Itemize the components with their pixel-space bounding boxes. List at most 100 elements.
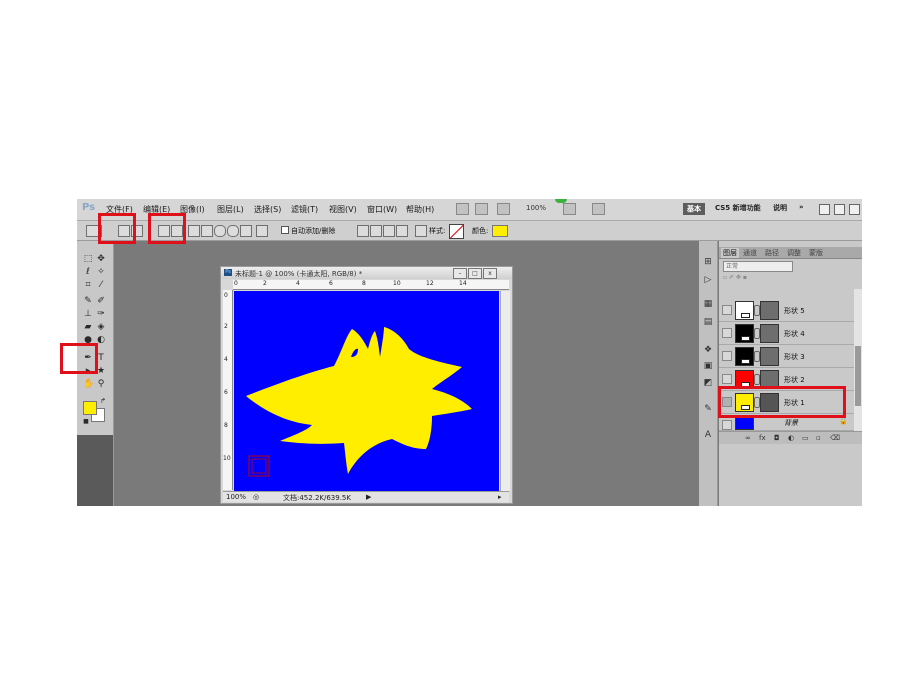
paint-bucket-icon[interactable]: ◈ — [96, 323, 106, 332]
minibridge-icon[interactable] — [475, 203, 488, 215]
menu-view[interactable]: 视图(V) — [329, 204, 357, 215]
menu-filter[interactable]: 滤镜(T) — [291, 204, 318, 215]
swatches-panel-icon[interactable]: ▤ — [703, 317, 713, 327]
tab-paths[interactable]: 路径 — [765, 248, 779, 258]
add-mask-icon[interactable]: ◘ — [774, 434, 780, 442]
menu-edit[interactable]: 编辑(E) — [143, 204, 170, 215]
arrange-docs-icon[interactable] — [563, 203, 576, 215]
eraser-icon[interactable]: ▰ — [83, 323, 93, 332]
rectangle-option-icon[interactable] — [188, 225, 200, 237]
history-panel-icon[interactable]: ⊞ — [703, 257, 713, 267]
brushes-panel-icon[interactable]: ✎ — [703, 404, 713, 414]
zoom-tool-icon[interactable]: ⚲ — [96, 380, 106, 389]
visibility-toggle[interactable] — [722, 305, 732, 315]
doc-zoom-icon[interactable]: ◎ — [253, 493, 259, 501]
doc-close-icon[interactable]: x — [483, 268, 497, 279]
color-panel-icon[interactable]: ▦ — [703, 299, 713, 309]
new-layer-icon[interactable]: ▫ — [816, 434, 821, 442]
layer-row-shape1[interactable]: 形状 1 — [719, 391, 854, 414]
link-style-icon[interactable] — [415, 225, 427, 237]
delete-layer-icon[interactable]: ⌫ — [830, 434, 840, 442]
pen-tool-icon[interactable]: ✒ — [83, 354, 93, 363]
healing-brush-icon[interactable]: ✎ — [83, 297, 93, 306]
canvas[interactable] — [234, 291, 499, 491]
path-select-icon[interactable]: ▸ — [83, 367, 93, 376]
actions-panel-icon[interactable]: ▷ — [703, 275, 713, 285]
lock-options[interactable]: ▫ ✐ ✥ ▪ — [723, 274, 747, 281]
visibility-toggle[interactable] — [722, 420, 732, 430]
default-colors-icon[interactable]: ■ — [81, 417, 91, 426]
visibility-toggle[interactable] — [722, 351, 732, 361]
layers-scroll-thumb[interactable] — [855, 346, 861, 406]
quick-select-icon[interactable]: ✧ — [96, 268, 106, 277]
document-titlebar[interactable]: Ps 未标题-1 @ 100% (卡通太阳, RGB/8) * – □ x — [221, 267, 512, 279]
menu-image[interactable]: 图像(I) — [180, 204, 205, 215]
auto-add-delete-checkbox[interactable]: 自动添加/删除 — [281, 226, 335, 236]
history-brush-icon[interactable]: ✑ — [96, 310, 106, 319]
restore-icon[interactable] — [834, 204, 845, 215]
line-option-icon[interactable] — [240, 225, 252, 237]
custom-shape-option-icon[interactable] — [256, 225, 268, 237]
workspace-cs5-new[interactable]: CS5 新增功能 — [715, 203, 761, 213]
layer-style-icon[interactable]: fx — [759, 434, 766, 442]
move-tool-icon[interactable]: ✥ — [96, 255, 106, 264]
scroll-right-icon[interactable]: ▸ — [498, 493, 502, 501]
custom-shape-tool-icon[interactable]: ★ — [96, 367, 106, 376]
blend-mode-select[interactable]: 正常 — [723, 261, 793, 272]
layer-row-background[interactable]: 背景 🔒 — [719, 414, 854, 431]
layer-row-shape4[interactable]: 形状 4 — [719, 322, 854, 345]
path-intersect-icon[interactable] — [383, 225, 395, 237]
crop-tool-icon[interactable]: ⌗ — [83, 281, 93, 290]
paths-icon[interactable] — [131, 225, 143, 237]
swap-colors-icon[interactable]: ↱ — [98, 397, 108, 406]
hand-tool-icon[interactable]: ✋ — [83, 380, 94, 389]
styles-panel-icon[interactable]: ❖ — [703, 345, 713, 355]
pen-tool-option-icon[interactable] — [158, 225, 170, 237]
link-layers-icon[interactable]: ∞ — [745, 434, 751, 442]
path-exclude-icon[interactable] — [396, 225, 408, 237]
view-extras-icon[interactable] — [497, 203, 510, 215]
polygon-option-icon[interactable] — [227, 225, 239, 237]
vertical-scrollbar[interactable] — [500, 291, 510, 491]
workspace-help[interactable]: 说明 — [773, 203, 787, 213]
shape-layers-icon[interactable] — [118, 225, 130, 237]
menu-file[interactable]: 文件(F) — [106, 204, 133, 215]
layer-row-shape3[interactable]: 形状 3 — [719, 345, 854, 368]
visibility-toggle[interactable] — [722, 374, 732, 384]
workspace-essentials[interactable]: 基本 — [683, 203, 705, 215]
tab-channels[interactable]: 通道 — [743, 248, 757, 258]
status-menu-arrow-icon[interactable]: ▶ — [366, 493, 371, 501]
menu-help[interactable]: 帮助(H) — [406, 204, 434, 215]
minimize-icon[interactable] — [819, 204, 830, 215]
tab-layers[interactable]: 图层 — [721, 248, 739, 258]
shape-color-swatch[interactable] — [492, 225, 508, 237]
layer-row-shape2[interactable]: 形状 2 — [719, 368, 854, 391]
menu-select[interactable]: 选择(S) — [254, 204, 281, 215]
tool-preset-icon[interactable] — [86, 225, 102, 237]
doc-maximize-icon[interactable]: □ — [468, 268, 482, 279]
new-group-icon[interactable]: ▭ — [802, 434, 809, 442]
rounded-rect-option-icon[interactable] — [201, 225, 213, 237]
lasso-tool-icon[interactable]: ℓ — [83, 268, 93, 277]
style-picker[interactable] — [449, 224, 464, 239]
type-tool-icon[interactable]: T — [96, 354, 106, 363]
tab-adjustments[interactable]: 调整 — [787, 248, 801, 258]
path-combine-icon[interactable] — [357, 225, 369, 237]
menu-window[interactable]: 窗口(W) — [367, 204, 397, 215]
tab-masks[interactable]: 蒙版 — [809, 248, 823, 258]
freeform-pen-option-icon[interactable] — [171, 225, 183, 237]
zoom-level[interactable]: 100% — [526, 204, 546, 212]
adjustments-panel-icon[interactable]: ▣ — [703, 361, 713, 371]
brush-tool-icon[interactable]: ✐ — [96, 297, 106, 306]
masks-panel-icon[interactable]: ◩ — [703, 378, 713, 388]
visibility-toggle[interactable] — [722, 328, 732, 338]
foreground-color[interactable] — [83, 401, 97, 415]
character-panel-icon[interactable]: A — [703, 430, 713, 440]
eyedropper-icon[interactable]: ⁄ — [96, 281, 106, 290]
dodge-tool-icon[interactable]: ◐ — [96, 336, 106, 345]
bridge-icon[interactable] — [456, 203, 469, 215]
ellipse-option-icon[interactable] — [214, 225, 226, 237]
doc-minimize-icon[interactable]: – — [453, 268, 467, 279]
menu-layer[interactable]: 图层(L) — [217, 204, 244, 215]
visibility-toggle[interactable] — [722, 397, 732, 407]
